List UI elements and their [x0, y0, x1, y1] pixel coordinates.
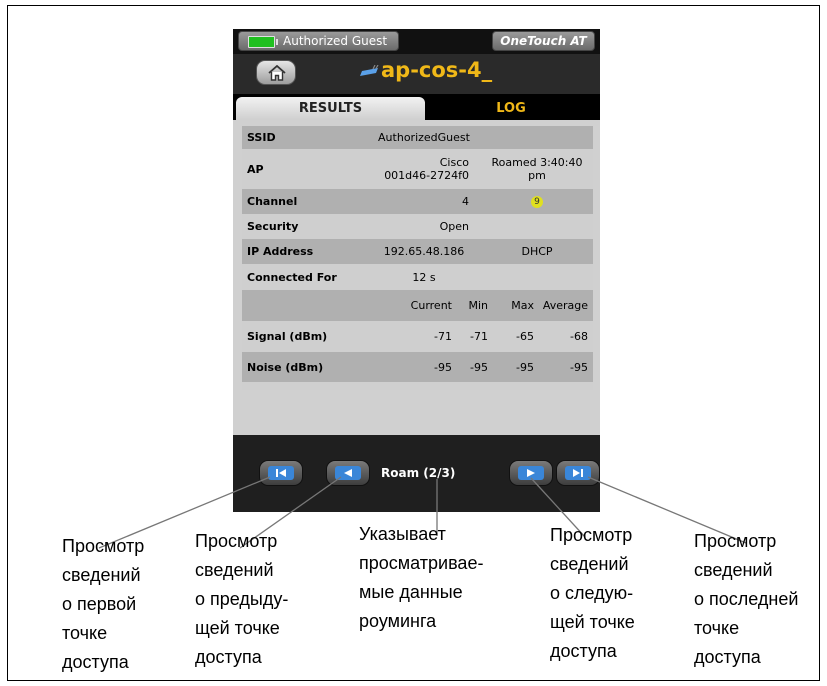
callout-first-ap: Просмотр сведений о первой точке доступа [62, 536, 145, 672]
callout-roam-indicator: Указывает просматривае- мые данные роуми… [359, 524, 484, 631]
callout-previous-ap: Просмотр сведений о предыду- щей точке д… [195, 531, 289, 667]
callout-next-ap: Просмотр сведений о следую- щей точке до… [550, 525, 635, 661]
callout-last-ap: Просмотр сведений о последней точке дост… [694, 531, 799, 667]
